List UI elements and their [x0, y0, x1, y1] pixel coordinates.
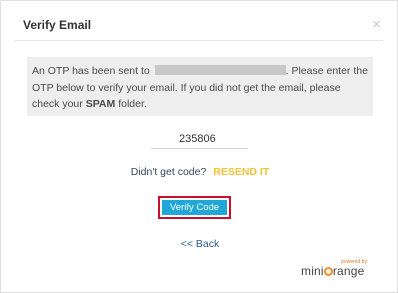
verify-button-focus-ring: Verify Code — [158, 196, 231, 219]
close-icon[interactable]: × — [372, 17, 381, 32]
resend-link[interactable]: RESEND IT — [213, 166, 269, 178]
brand-name: mini range — [301, 264, 365, 278]
resend-line: Didn't get code? RESEND IT — [1, 166, 398, 178]
verify-email-modal: Verify Email × An OTP has been sent to .… — [0, 0, 398, 293]
verify-code-button[interactable]: Verify Code — [162, 200, 227, 215]
otp-message-box: An OTP has been sent to . Please enter t… — [27, 57, 373, 116]
spam-label: SPAM — [85, 98, 116, 110]
modal-header: Verify Email × — [15, 7, 383, 41]
back-link[interactable]: << Back — [1, 238, 398, 250]
otp-input[interactable] — [151, 129, 248, 149]
brand-name-left: mini — [301, 264, 324, 278]
message-text-3: folder. — [118, 98, 147, 110]
redacted-email — [154, 65, 286, 75]
message-text-1: An OTP has been sent to — [32, 65, 150, 77]
brand-name-right: range — [332, 264, 365, 278]
modal-title: Verify Email — [23, 18, 92, 32]
miniorange-logo: powered by mini range — [301, 259, 371, 281]
brand-o-icon — [323, 267, 333, 276]
resend-prompt: Didn't get code? — [130, 166, 207, 178]
